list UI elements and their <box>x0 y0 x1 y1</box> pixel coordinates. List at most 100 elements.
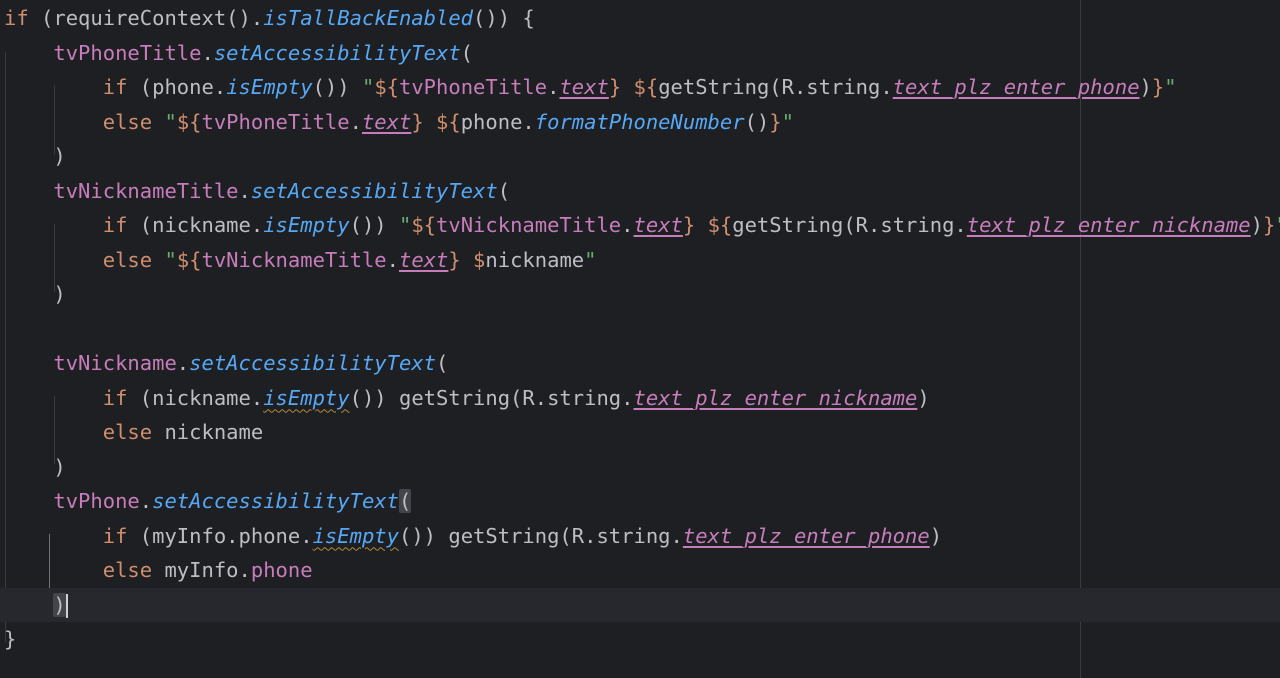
code-line[interactable]: if (requireContext().isTallBackEnabled()… <box>0 1 1280 35</box>
code-line-text: tvNicknameTitle.setAccessibilityText( <box>4 174 510 208</box>
code-token: ${ <box>707 213 733 237</box>
code-line[interactable]: tvNickname.setAccessibilityText( <box>0 346 1280 380</box>
code-token: setAccessibilityText <box>152 489 399 513</box>
code-token: else <box>102 247 153 272</box>
code-token: phone. <box>460 109 535 134</box>
code-line-text: tvPhoneTitle.setAccessibilityText( <box>4 36 473 70</box>
code-token: tvPhoneTitle <box>53 40 202 65</box>
code-token: (phone. <box>127 75 227 99</box>
code-token: (requireContext(). <box>28 6 264 30</box>
code-line[interactable] <box>0 312 1280 346</box>
code-token: else <box>102 109 153 134</box>
code-token: ${ <box>411 213 437 237</box>
code-token: text <box>633 213 683 237</box>
code-token: . <box>621 213 634 237</box>
code-token: text <box>398 247 449 272</box>
code-token: " <box>164 109 177 134</box>
code-token: } <box>1151 75 1165 99</box>
code-token: tvNicknameTitle <box>53 178 239 203</box>
code-line[interactable]: if (phone.isEmpty()) "${tvPhoneTitle.tex… <box>0 70 1280 104</box>
code-token: " <box>1275 213 1280 237</box>
code-line[interactable]: if (myInfo.phone.isEmpty()) getString(R.… <box>0 519 1280 553</box>
code-token: setAccessibilityText <box>213 40 461 65</box>
code-line[interactable]: ) <box>0 277 1280 311</box>
code-token: ( <box>497 178 511 203</box>
code-line[interactable]: } <box>0 622 1280 656</box>
code-line[interactable]: else "${tvNicknameTitle.text} $nickname" <box>0 243 1280 277</box>
code-token: } <box>769 109 782 134</box>
code-token: ${ <box>176 247 202 272</box>
code-token: isEmpty <box>263 385 350 410</box>
code-token: } <box>1262 213 1276 237</box>
code-token: tvPhone <box>53 489 140 513</box>
code-token: ()) <box>349 213 399 237</box>
code-token: setAccessibilityText <box>250 178 498 203</box>
code-line[interactable]: else nickname <box>0 415 1280 449</box>
code-token: $ <box>473 247 486 272</box>
code-token: formatPhoneNumber <box>534 109 745 134</box>
code-line-text: else "${tvPhoneTitle.text} ${phone.forma… <box>4 105 794 139</box>
code-token: if <box>102 385 128 410</box>
code-token: . <box>201 40 214 65</box>
code-line[interactable]: if (nickname.isEmpty()) getString(R.stri… <box>0 381 1280 415</box>
matched-paren: ( <box>398 489 412 513</box>
code-line-text: ) <box>4 588 68 622</box>
code-line[interactable]: tvPhoneTitle.setAccessibilityText( <box>0 36 1280 70</box>
code-token: ()) { <box>473 6 535 30</box>
code-token: ${ <box>436 109 461 134</box>
code-token: ${ <box>633 75 659 99</box>
code-line[interactable]: tvNicknameTitle.setAccessibilityText( <box>0 174 1280 208</box>
code-token: ) <box>4 144 66 168</box>
code-token: . <box>176 351 190 375</box>
code-token: ) <box>917 385 930 410</box>
code-token: } <box>4 627 17 651</box>
code-token: if <box>102 213 128 237</box>
code-token: text <box>559 75 609 99</box>
code-token: ) <box>929 523 943 548</box>
code-line[interactable]: else myInfo.phone <box>0 553 1280 587</box>
code-token: ()) <box>312 75 362 99</box>
code-token: text <box>361 109 412 134</box>
code-token: nickname <box>152 420 264 444</box>
code-line[interactable]: ) <box>0 587 1280 622</box>
code-token: . <box>386 247 399 272</box>
code-line-text: ) <box>4 277 65 311</box>
code-token: ${ <box>176 109 202 134</box>
code-token: . <box>547 75 560 99</box>
code-line-text: if (requireContext().isTallBackEnabled()… <box>4 1 535 35</box>
code-line[interactable]: tvPhone.setAccessibilityText( <box>0 484 1280 518</box>
code-token: ) <box>1139 75 1152 99</box>
code-editor[interactable]: if (requireContext().isTallBackEnabled()… <box>0 0 1280 678</box>
code-token: . <box>139 489 153 513</box>
code-line-text: } <box>4 622 16 656</box>
code-line[interactable]: else "${tvPhoneTitle.text} ${phone.forma… <box>0 105 1280 139</box>
code-token: if <box>102 75 128 99</box>
code-line-text: if (nickname.isEmpty()) "${tvNicknameTit… <box>4 208 1280 242</box>
code-token: () <box>744 109 770 134</box>
code-token: . <box>238 178 251 203</box>
code-token: tvPhoneTitle <box>201 109 350 134</box>
code-token: isEmpty <box>312 523 399 548</box>
code-line[interactable]: ) <box>0 139 1280 173</box>
code-line-text: if (myInfo.phone.isEmpty()) getString(R.… <box>4 519 942 553</box>
code-token: } <box>682 213 696 237</box>
code-line[interactable]: ) <box>0 450 1280 484</box>
code-token: tvNickname <box>53 351 177 375</box>
code-line-text: tvPhone.setAccessibilityText( <box>4 484 412 518</box>
code-line[interactable]: if (nickname.isEmpty()) "${tvNicknameTit… <box>0 208 1280 242</box>
